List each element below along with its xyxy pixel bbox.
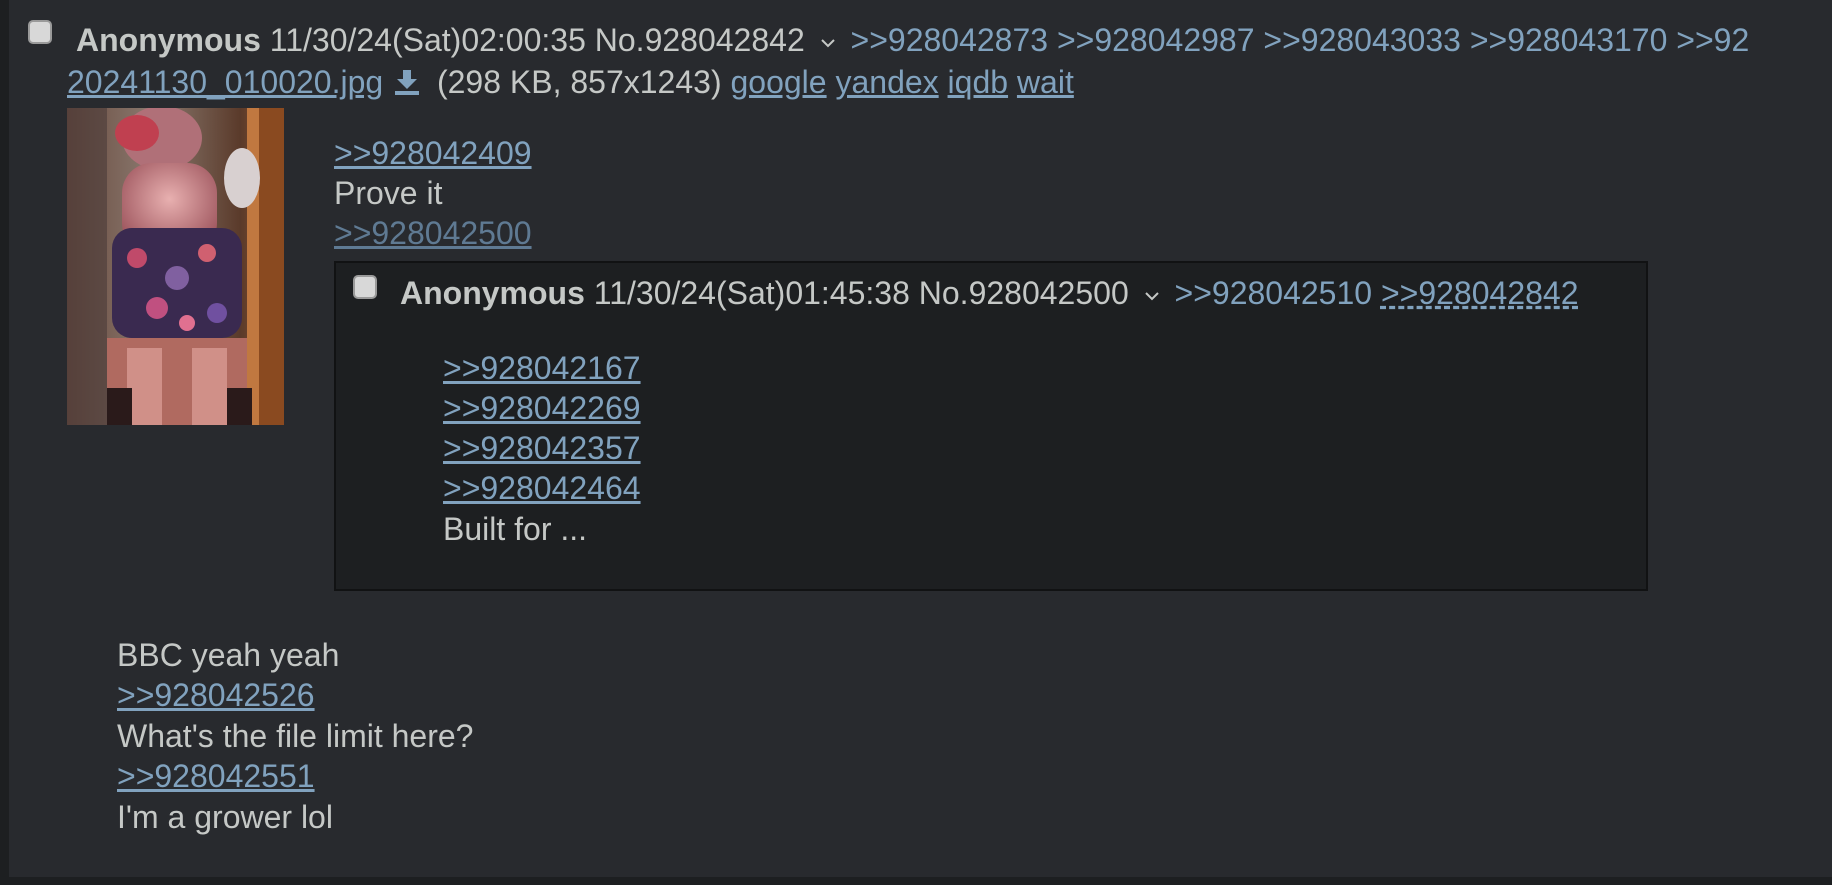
search-link-google[interactable]: google	[730, 64, 826, 100]
chevron-down-icon[interactable]	[1144, 288, 1160, 304]
quote-link-text[interactable]: >>928042167	[443, 350, 641, 386]
quote-link-text[interactable]: >>928042269	[443, 390, 641, 426]
post-thumbnail[interactable]	[67, 108, 284, 425]
post-number[interactable]: No.928042842	[595, 22, 805, 58]
post-text-line: I'm a grower lol	[117, 797, 333, 837]
download-icon[interactable]	[392, 67, 422, 97]
quote-link-text[interactable]: >>928042357	[443, 430, 641, 466]
search-link-wait[interactable]: wait	[1017, 64, 1074, 100]
quote-link-text[interactable]: >>928042526	[117, 677, 315, 713]
inline-quoted-post: Anonymous 11/30/24(Sat)01:45:38 No.92804…	[334, 261, 1648, 591]
post-text-line: Prove it	[334, 173, 442, 213]
poster-name: Anonymous	[400, 275, 585, 311]
backlink-current[interactable]: >>928042842	[1381, 275, 1579, 311]
quote-link-text[interactable]: >>928042409	[334, 135, 532, 171]
thumbnail-image	[67, 108, 284, 425]
post-datetime: 11/30/24(Sat)01:45:38	[593, 275, 910, 311]
post-text: Built for ...	[443, 511, 588, 547]
quote-link[interactable]: >>928042464	[443, 468, 641, 508]
post-datetime: 11/30/24(Sat)02:00:35	[269, 22, 586, 58]
quote-link-expanded[interactable]: >>928042500	[334, 213, 532, 253]
post-text: I'm a grower lol	[117, 799, 333, 835]
file-meta: (298 KB, 857x1243)	[436, 64, 722, 100]
poster-name: Anonymous	[76, 22, 261, 58]
op-post: Anonymous 11/30/24(Sat)02:00:35 No.92804…	[9, 0, 1832, 877]
file-name-link[interactable]: 20241130_010020.jpg	[67, 64, 383, 100]
post-text: BBC yeah yeah	[117, 637, 340, 673]
post-select-checkbox[interactable]	[28, 20, 52, 44]
quote-link-text[interactable]: >>928042551	[117, 758, 315, 794]
backlink[interactable]: >>928042510	[1175, 275, 1373, 311]
quote-link-text[interactable]: >>928042464	[443, 470, 641, 506]
quote-link[interactable]: >>928042357	[443, 428, 641, 468]
quote-link[interactable]: >>928042167	[443, 348, 641, 388]
search-link-yandex[interactable]: yandex	[835, 64, 938, 100]
quote-link[interactable]: >>928042269	[443, 388, 641, 428]
inline-post-header: Anonymous 11/30/24(Sat)01:45:38 No.92804…	[400, 273, 1579, 313]
chevron-down-icon[interactable]	[820, 35, 836, 51]
quote-link[interactable]: >>928042409	[334, 133, 532, 173]
post-text-line: What's the file limit here?	[117, 716, 473, 756]
post-number[interactable]: No.928042500	[919, 275, 1129, 311]
post-header: Anonymous 11/30/24(Sat)02:00:35 No.92804…	[76, 20, 1749, 60]
backlink[interactable]: >>928042873	[851, 22, 1049, 58]
file-info: 20241130_010020.jpg (298 KB, 857x1243) g…	[67, 62, 1074, 102]
post-select-checkbox[interactable]	[353, 275, 377, 299]
backlink[interactable]: >>928042987	[1057, 22, 1255, 58]
quote-link[interactable]: >>928042551	[117, 756, 315, 796]
post-text-line: Built for ...	[443, 509, 587, 549]
backlink[interactable]: >>928043170	[1470, 22, 1668, 58]
search-link-iqdb[interactable]: iqdb	[948, 64, 1009, 100]
post-text-line: BBC yeah yeah	[117, 635, 339, 675]
post-text: What's the file limit here?	[117, 718, 474, 754]
backlink[interactable]: >>928043033	[1263, 22, 1461, 58]
quote-link[interactable]: >>928042526	[117, 675, 315, 715]
post-text: Prove it	[334, 175, 443, 211]
quote-link-text[interactable]: >>928042500	[334, 215, 532, 251]
backlink[interactable]: >>92	[1676, 22, 1749, 58]
